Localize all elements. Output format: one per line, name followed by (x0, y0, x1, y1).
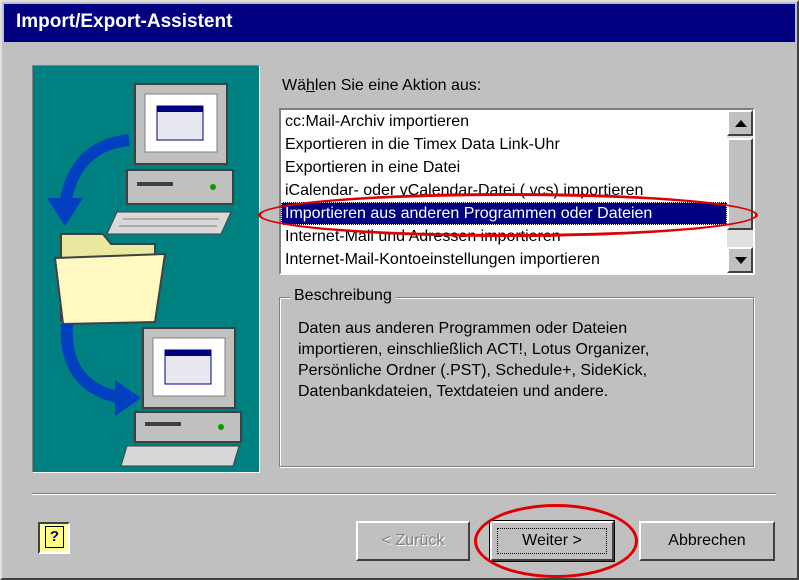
arrow-icon (59, 134, 130, 207)
list-item[interactable]: Internet-Mail-Kontoeinstellungen importi… (281, 248, 727, 271)
title-bar[interactable]: Import/Export-Assistent (4, 4, 795, 42)
description-line: Persönliche Ordner (.PST), Schedule+, Si… (298, 362, 648, 379)
list-item[interactable]: cc:Mail-Archiv importieren (281, 110, 727, 133)
description-legend: Beschreibung (290, 287, 396, 305)
action-list: cc:Mail-Archiv importieren Exportieren i… (281, 110, 727, 271)
description-line: Datenbankdateien, Textdateien und andere… (298, 383, 609, 400)
computer-icon (106, 83, 234, 235)
scroll-up-icon (735, 120, 747, 127)
help-button[interactable]: ? (38, 522, 70, 554)
help-icon: ? (45, 526, 64, 548)
cancel-button[interactable]: Abbrechen (639, 521, 775, 561)
action-prompt: Wählen Sie eine Aktion aus: (282, 77, 482, 94)
window-title: Import/Export-Assistent (16, 11, 233, 32)
arrow-icon (60, 323, 123, 404)
action-listbox[interactable]: cc:Mail-Archiv importieren Exportieren i… (279, 108, 755, 275)
description-text: Daten aus anderen Programmen oder Dateie… (298, 318, 738, 402)
scroll-up-button[interactable] (727, 110, 753, 136)
scroll-down-icon (735, 257, 747, 264)
list-item[interactable]: Exportieren in die Timex Data Link-Uhr (281, 133, 727, 156)
description-line: importieren, einschließlich ACT!, Lotus … (298, 341, 650, 358)
description-line: Daten aus anderen Programmen oder Dateie… (298, 320, 628, 337)
highlight-ellipse (474, 504, 638, 578)
wizard-illustration-graphic (47, 83, 242, 467)
wizard-illustration (32, 65, 260, 473)
scroll-down-button[interactable] (727, 247, 753, 273)
list-item[interactable]: Exportieren in eine Datei (281, 156, 727, 179)
list-scrollbar[interactable] (727, 110, 753, 273)
back-button[interactable]: < Zurück (356, 521, 470, 561)
folder-icon (53, 233, 167, 326)
button-separator (32, 493, 776, 495)
highlight-ellipse (258, 193, 758, 237)
